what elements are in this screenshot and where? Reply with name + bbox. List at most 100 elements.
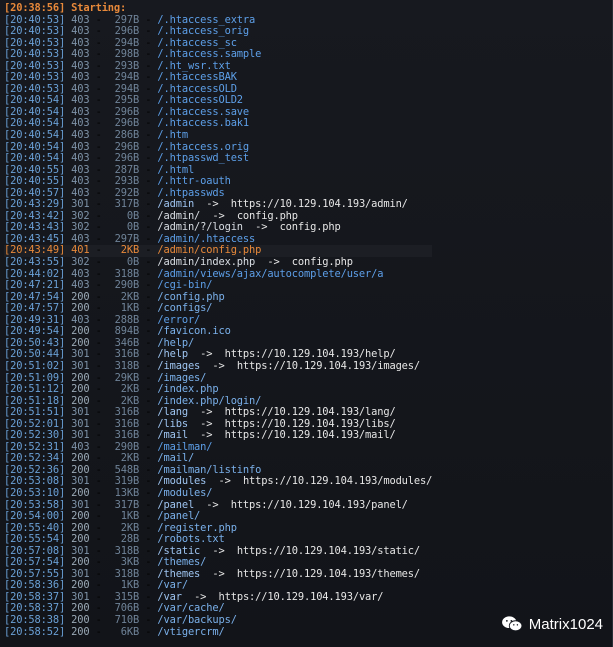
request-path: /.htaccess.save xyxy=(157,105,250,118)
request-path: /config.php xyxy=(157,290,225,303)
status-code: 302 xyxy=(71,221,90,234)
status-code: 403 xyxy=(71,129,90,142)
watermark: Matrix1024 xyxy=(501,615,603,633)
timestamp: [20:40:53] xyxy=(4,59,66,72)
request-path: /var/cache/ xyxy=(157,602,225,615)
terminal-output: [20:38:56] Starting: [20:40:53] 403 - 297… xyxy=(0,0,613,647)
request-path: /.htaccessBAK xyxy=(157,71,237,84)
timestamp: [20:43:42] xyxy=(4,209,66,222)
timestamp: [20:40:54] xyxy=(4,129,66,142)
status-code: 200 xyxy=(71,325,90,338)
status-code: 200 xyxy=(71,533,90,546)
status-code: 302 xyxy=(71,256,90,269)
redirect-target: https://10.129.104.193/libs/ xyxy=(224,417,396,430)
request-path: /modules xyxy=(157,475,207,488)
request-path: /mail/ xyxy=(157,452,195,465)
redirect-arrow: -> xyxy=(212,567,225,580)
timestamp: [20:47:54] xyxy=(4,290,66,303)
redirect-arrow: -> xyxy=(218,475,231,488)
redirect-target: config.php xyxy=(279,221,341,234)
status-code: 301 xyxy=(71,406,90,419)
request-path: /modules/ xyxy=(157,486,213,499)
status-code: 301 xyxy=(71,348,90,361)
status-code: 403 xyxy=(71,25,90,38)
status-code: 403 xyxy=(71,71,90,84)
status-code: 403 xyxy=(71,440,90,453)
request-path: /.htaccess_extra xyxy=(157,13,256,26)
timestamp: [20:53:58] xyxy=(4,498,66,511)
timestamp: [20:52:36] xyxy=(4,463,66,476)
response-size: 296B xyxy=(114,25,140,38)
status-code: 301 xyxy=(71,198,90,211)
request-path: /libs xyxy=(157,417,188,430)
request-path: /.ht_wsr.txt xyxy=(157,59,231,72)
request-path: /.htaccess.bak1 xyxy=(157,117,250,130)
timestamp: [20:52:31] xyxy=(4,440,66,453)
status-code: 200 xyxy=(71,579,90,592)
request-path: /.htaccess.sample xyxy=(157,48,262,61)
status-code: 403 xyxy=(71,59,90,72)
timestamp: [20:54:00] xyxy=(4,510,66,523)
status-code: 200 xyxy=(71,290,90,303)
result-line: [20:40:54] 403 - 296B - /.htpasswd_test xyxy=(4,152,250,165)
request-path: /help/ xyxy=(157,336,195,349)
redirect-target: https://10.129.104.193/help/ xyxy=(224,348,396,361)
timestamp: [20:40:53] xyxy=(4,48,66,61)
status-code: 200 xyxy=(71,556,90,569)
timestamp: [20:40:54] xyxy=(4,94,66,107)
timestamp: [20:49:31] xyxy=(4,313,66,326)
timestamp: [20:58:52] xyxy=(4,625,66,638)
status-code: 200 xyxy=(71,625,90,638)
timestamp: [20:51:51] xyxy=(4,406,66,419)
timestamp: [20:51:02] xyxy=(4,359,66,372)
timestamp: [20:55:40] xyxy=(4,521,66,534)
response-size: 298B xyxy=(114,48,140,61)
redirect-target: https://10.129.104.193/admin/ xyxy=(230,198,408,211)
request-path: /.htm xyxy=(157,129,188,142)
request-path: /.htaccess_sc xyxy=(157,36,237,49)
timestamp: [20:43:45] xyxy=(4,232,66,245)
status-code: 403 xyxy=(71,267,90,280)
timestamp: [20:51:18] xyxy=(4,394,66,407)
redirect-target: config.php xyxy=(236,209,298,222)
request-path: /help xyxy=(157,348,188,361)
timestamp: [20:58:37] xyxy=(4,602,66,615)
status-code: 403 xyxy=(71,279,90,292)
timestamp: [20:49:54] xyxy=(4,325,66,338)
redirect-arrow: -> xyxy=(206,198,219,211)
response-size: 28B xyxy=(120,533,140,546)
timestamp: [20:57:54] xyxy=(4,556,66,569)
timestamp: [20:44:02] xyxy=(4,267,66,280)
response-size: 0B xyxy=(126,256,140,269)
redirect-arrow: -> xyxy=(194,590,207,603)
status-code: 403 xyxy=(71,36,90,49)
status-code: 301 xyxy=(71,475,90,488)
status-code: 403 xyxy=(71,186,90,199)
timestamp: [20:40:53] xyxy=(4,82,66,95)
redirect-arrow: -> xyxy=(206,498,219,511)
status-code: 200 xyxy=(71,302,90,315)
redirect-target: https://10.129.104.193/mail/ xyxy=(224,429,396,442)
response-size: 2KB xyxy=(120,383,140,396)
timestamp: [20:53:08] xyxy=(4,475,66,488)
request-path: /panel xyxy=(157,498,195,511)
request-path: /robots.txt xyxy=(157,533,225,546)
result-line: [20:51:02] 301 - 318B - /images -> https… xyxy=(4,359,420,372)
timestamp: [20:57:08] xyxy=(4,544,66,557)
wechat-icon xyxy=(501,616,523,632)
request-path: /admin/ xyxy=(157,209,201,222)
timestamp: [20:40:54] xyxy=(4,140,66,153)
status-code: 301 xyxy=(71,544,90,557)
timestamp: [20:40:54] xyxy=(4,105,66,118)
status-code: 200 xyxy=(71,336,90,349)
timestamp: [20:40:57] xyxy=(4,186,66,199)
request-path: /admin/index.php xyxy=(157,256,256,269)
request-path: /.html xyxy=(157,163,195,176)
request-path: /themes xyxy=(157,567,201,580)
request-path: /register.php xyxy=(157,521,237,534)
result-line: [20:58:52] 200 - 6KB - /vtigercrm/ xyxy=(4,625,225,638)
status-code: 301 xyxy=(71,567,90,580)
request-path: /.htaccess.orig xyxy=(157,140,250,153)
status-code: 301 xyxy=(71,359,90,372)
request-path: /static xyxy=(157,544,201,557)
